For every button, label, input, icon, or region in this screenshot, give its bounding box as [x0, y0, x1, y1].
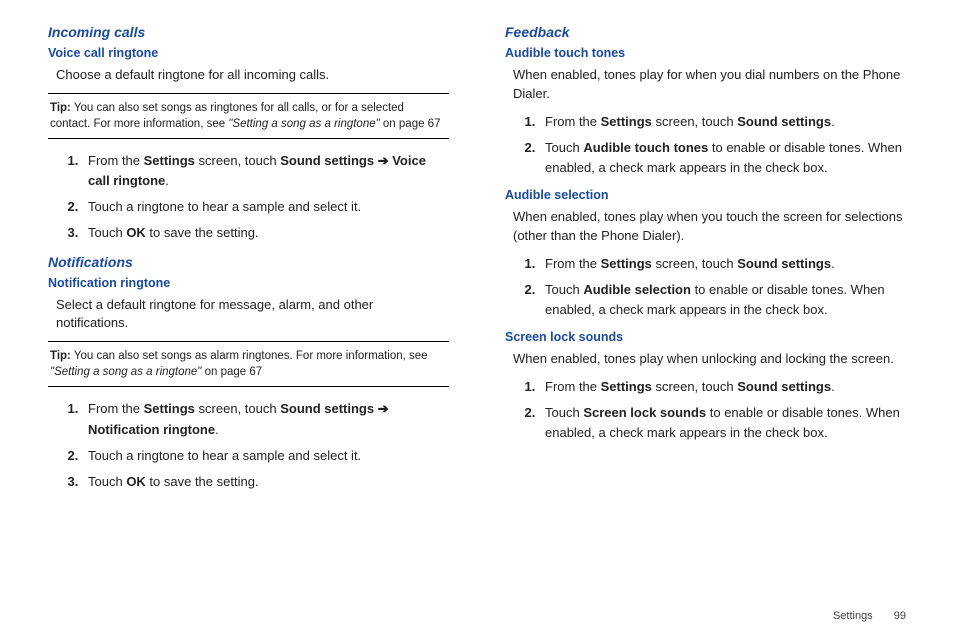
- heading-audible-touch-tones: Audible touch tones: [505, 46, 906, 60]
- step: Touch Audible selection to enable or dis…: [539, 280, 906, 320]
- step-text: From the: [545, 256, 601, 271]
- step-bold: OK: [126, 225, 146, 240]
- tip-quote: "Setting a song as a ringtone": [50, 366, 201, 378]
- step-bold: Screen lock sounds: [583, 405, 706, 420]
- step: Touch a ringtone to hear a sample and se…: [82, 446, 449, 466]
- tip-voice-call-ringtone: Tip: You can also set songs as ringtones…: [48, 93, 449, 139]
- intro-notification-ringtone: Select a default ringtone for message, a…: [56, 296, 449, 334]
- steps-audible-selection: From the Settings screen, touch Sound se…: [513, 254, 906, 320]
- page-body: Incoming calls Voice call ringtone Choos…: [0, 0, 954, 512]
- tip-text-prefix: You can also set songs as alarm ringtone…: [71, 350, 428, 362]
- step-text: screen, touch: [195, 401, 280, 416]
- arrow-icon: ➔: [374, 153, 392, 168]
- step-text: Touch: [88, 474, 126, 489]
- step-text: .: [215, 422, 219, 437]
- step-bold: Settings: [601, 114, 652, 129]
- step-text: Touch: [545, 282, 583, 297]
- right-column: Feedback Audible touch tones When enable…: [505, 20, 906, 502]
- step-text: to save the setting.: [146, 474, 259, 489]
- step: Touch Screen lock sounds to enable or di…: [539, 403, 906, 443]
- tip-label: Tip:: [50, 102, 71, 114]
- step-text: From the: [88, 401, 144, 416]
- step-bold: Audible selection: [583, 282, 691, 297]
- steps-screen-lock-sounds: From the Settings screen, touch Sound se…: [513, 377, 906, 443]
- arrow-icon: ➔: [374, 401, 389, 416]
- heading-screen-lock-sounds: Screen lock sounds: [505, 330, 906, 344]
- step: From the Settings screen, touch Sound se…: [539, 377, 906, 397]
- step-bold: Audible touch tones: [583, 140, 708, 155]
- tip-text-suffix: on page 67: [201, 366, 262, 378]
- left-column: Incoming calls Voice call ringtone Choos…: [48, 20, 449, 502]
- step-bold: Settings: [601, 379, 652, 394]
- step-bold: OK: [126, 474, 146, 489]
- heading-notification-ringtone: Notification ringtone: [48, 276, 449, 290]
- step-bold: Sound settings: [280, 401, 374, 416]
- tip-quote: "Setting a song as a ringtone": [228, 118, 379, 130]
- footer-section: Settings: [833, 610, 873, 622]
- heading-voice-call-ringtone: Voice call ringtone: [48, 46, 449, 60]
- heading-feedback: Feedback: [505, 24, 906, 40]
- step-text: screen, touch: [652, 379, 737, 394]
- steps-voice-call-ringtone: From the Settings screen, touch Sound se…: [56, 151, 449, 244]
- step: Touch a ringtone to hear a sample and se…: [82, 197, 449, 217]
- step-text: .: [831, 379, 835, 394]
- footer-page-number: 99: [894, 610, 906, 622]
- tip-label: Tip:: [50, 350, 71, 362]
- step: From the Settings screen, touch Sound se…: [539, 254, 906, 274]
- step: From the Settings screen, touch Sound se…: [82, 399, 449, 439]
- tip-text-suffix: on page 67: [380, 118, 441, 130]
- step: Touch OK to save the setting.: [82, 223, 449, 243]
- step-bold: Settings: [144, 153, 195, 168]
- step-text: screen, touch: [652, 256, 737, 271]
- step-text: screen, touch: [195, 153, 280, 168]
- step-text: .: [831, 114, 835, 129]
- step-text: .: [165, 173, 169, 188]
- intro-audible-touch-tones: When enabled, tones play for when you di…: [513, 66, 906, 104]
- step: From the Settings screen, touch Sound se…: [539, 112, 906, 132]
- step-bold: Notification ringtone: [88, 422, 215, 437]
- step-text: Touch: [545, 405, 583, 420]
- step-text: Touch: [545, 140, 583, 155]
- step-text: to save the setting.: [146, 225, 259, 240]
- step: Touch OK to save the setting.: [82, 472, 449, 492]
- heading-notifications: Notifications: [48, 254, 449, 270]
- step-bold: Settings: [601, 256, 652, 271]
- step-bold: Sound settings: [280, 153, 374, 168]
- step-text: From the: [88, 153, 144, 168]
- step: Touch Audible touch tones to enable or d…: [539, 138, 906, 178]
- page-footer: Settings 99: [833, 610, 906, 622]
- steps-notification-ringtone: From the Settings screen, touch Sound se…: [56, 399, 449, 492]
- step-bold: Sound settings: [737, 114, 831, 129]
- intro-voice-call-ringtone: Choose a default ringtone for all incomi…: [56, 66, 449, 85]
- step-text: From the: [545, 114, 601, 129]
- intro-screen-lock-sounds: When enabled, tones play when unlocking …: [513, 350, 906, 369]
- step-text: From the: [545, 379, 601, 394]
- step: From the Settings screen, touch Sound se…: [82, 151, 449, 191]
- step-bold: Settings: [144, 401, 195, 416]
- heading-audible-selection: Audible selection: [505, 188, 906, 202]
- tip-notification-ringtone: Tip: You can also set songs as alarm rin…: [48, 341, 449, 387]
- heading-incoming-calls: Incoming calls: [48, 24, 449, 40]
- steps-audible-touch-tones: From the Settings screen, touch Sound se…: [513, 112, 906, 178]
- step-bold: Sound settings: [737, 379, 831, 394]
- step-text: screen, touch: [652, 114, 737, 129]
- intro-audible-selection: When enabled, tones play when you touch …: [513, 208, 906, 246]
- step-bold: Sound settings: [737, 256, 831, 271]
- step-text: .: [831, 256, 835, 271]
- step-text: Touch: [88, 225, 126, 240]
